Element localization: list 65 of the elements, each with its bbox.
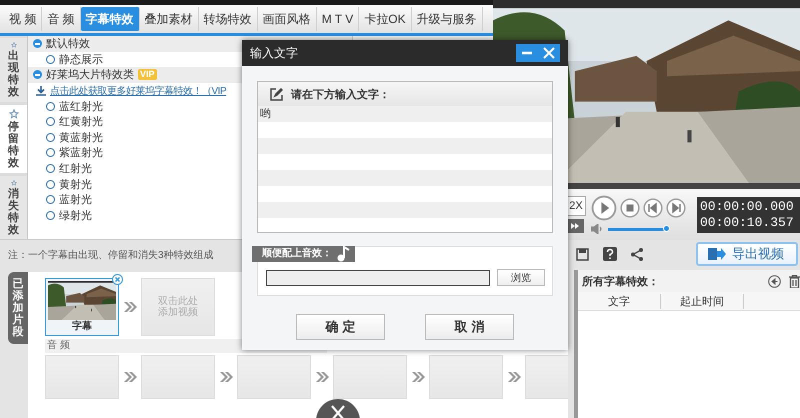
chevron-icon: [219, 371, 233, 383]
effect-item[interactable]: 绿射光: [46, 208, 92, 223]
remove-icon[interactable]: [112, 274, 123, 285]
tab[interactable]: 转场特效: [198, 7, 258, 31]
ok-button[interactable]: 确 定: [296, 314, 385, 340]
help-icon[interactable]: [603, 247, 617, 261]
side-tab[interactable]: 消失特效: [0, 176, 27, 239]
chevron-icon: [123, 371, 137, 383]
export-button[interactable]: 导出视频: [696, 242, 798, 266]
chevron-icon: [315, 371, 329, 383]
speed-button[interactable]: 2X: [566, 196, 586, 216]
window-title: 输入文字: [250, 44, 299, 62]
effect-item[interactable]: 静态展示: [46, 52, 103, 67]
column-header: 起止时间: [661, 294, 744, 308]
tab[interactable]: 视 频: [4, 7, 42, 31]
tab[interactable]: 卡拉OK: [359, 7, 412, 31]
tab[interactable]: 画面风格: [258, 7, 317, 31]
sound-effect-label: 顺便配上音效：: [252, 246, 355, 262]
back-icon[interactable]: [768, 274, 781, 288]
tab[interactable]: M T V: [316, 7, 360, 31]
chevron-icon: [507, 371, 521, 383]
previous-frame-button[interactable]: [643, 198, 663, 218]
edit-icon: [270, 88, 283, 100]
effect-item[interactable]: 红黄射光: [46, 114, 103, 130]
panel-title: 所有字幕特效：: [582, 274, 660, 288]
tab[interactable]: 升级与服务: [412, 7, 483, 31]
effect-item[interactable]: 黄射光: [46, 176, 92, 192]
chevron-icon: [411, 371, 425, 383]
prompt-label: 请在下方输入文字：: [291, 88, 390, 102]
next-frame-button[interactable]: [666, 198, 686, 218]
browse-button[interactable]: 浏览: [497, 269, 545, 286]
text-input-field[interactable]: 哟: [258, 106, 552, 122]
trash-icon[interactable]: [789, 274, 800, 288]
chevron-icon: [123, 301, 137, 313]
effect-item[interactable]: 红射光: [46, 161, 92, 176]
total-time: 00:00:10.357: [700, 214, 795, 230]
stop-button[interactable]: [620, 198, 640, 218]
cancel-button[interactable]: 取 消: [425, 314, 514, 340]
collapse-icon[interactable]: [33, 70, 42, 80]
current-time: 00:00:00.000: [700, 198, 795, 214]
vip-badge: VIP: [138, 69, 157, 80]
tab[interactable]: 叠加素材: [140, 7, 199, 31]
star-icon: [8, 109, 20, 119]
download-icon: [36, 86, 46, 96]
share-icon[interactable]: [631, 248, 643, 260]
side-tab[interactable]: 出现特效: [0, 38, 27, 102]
save-icon[interactable]: [576, 248, 589, 260]
link[interactable]: 点击此处获取更多好莱坞字幕特效！（VIP: [50, 84, 226, 98]
effect-item[interactable]: 黄蓝射光: [46, 130, 103, 145]
scissors-icon[interactable]: [315, 398, 361, 418]
column-header: 文字: [578, 294, 661, 308]
side-tab[interactable]: 停留特效: [0, 105, 27, 173]
section-tab[interactable]: 已添加片段: [8, 272, 28, 344]
effect-item[interactable]: 蓝射光: [46, 192, 92, 208]
volume-slider[interactable]: [608, 228, 670, 230]
effect-item[interactable]: 蓝红射光: [46, 98, 103, 114]
effect-item[interactable]: 紫蓝射光: [46, 145, 103, 160]
collapse-icon[interactable]: [33, 39, 42, 48]
play-button[interactable]: [591, 195, 617, 221]
file-path-field[interactable]: [266, 270, 490, 286]
group-name[interactable]: 好莱坞大片特效类: [46, 67, 134, 82]
export-icon: [708, 247, 726, 261]
group-name[interactable]: 默认特效: [46, 36, 90, 52]
note-text: 注：一个字幕由出现、停留和消失3种特效组成: [8, 250, 214, 260]
section-label: 已添加片段: [12, 278, 24, 340]
